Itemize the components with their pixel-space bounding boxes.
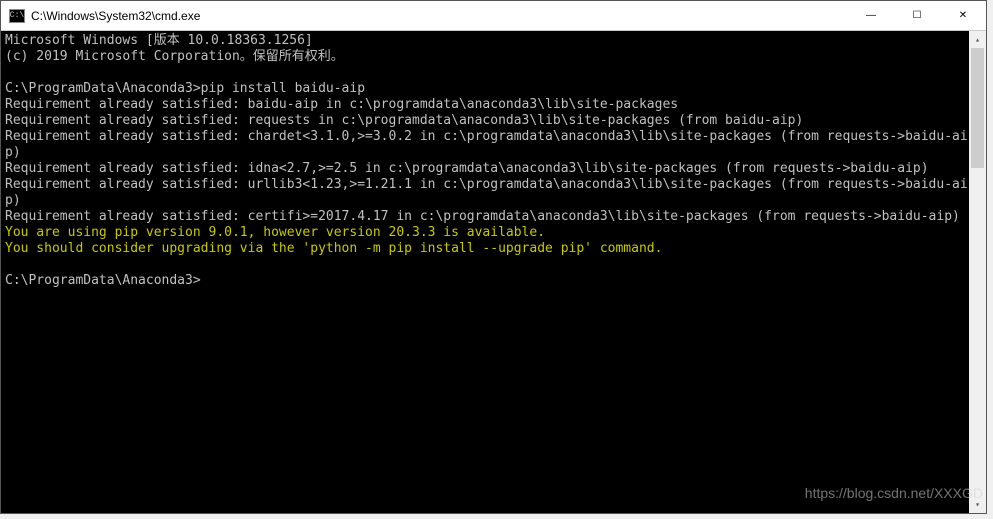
minimize-button[interactable]: — — [848, 1, 894, 30]
scroll-down-button[interactable]: ▾ — [969, 496, 986, 513]
terminal-line: C:\ProgramData\Anaconda3>pip install bai… — [5, 81, 969, 97]
cmd-icon: C:\ — [9, 9, 25, 23]
window-title: C:\Windows\System32\cmd.exe — [31, 9, 848, 23]
terminal-line: You are using pip version 9.0.1, however… — [5, 225, 969, 241]
terminal-area: Microsoft Windows [版本 10.0.18363.1256](c… — [1, 31, 986, 513]
terminal-line: You should consider upgrading via the 'p… — [5, 241, 969, 257]
terminal-line — [5, 257, 969, 273]
terminal-line: C:\ProgramData\Anaconda3> — [5, 273, 969, 289]
scrollbar[interactable]: ▴ ▾ — [969, 31, 986, 513]
maximize-button[interactable]: ☐ — [894, 1, 940, 30]
scroll-up-button[interactable]: ▴ — [969, 31, 986, 48]
close-button[interactable]: ✕ — [940, 1, 986, 30]
terminal-line: Microsoft Windows [版本 10.0.18363.1256] — [5, 33, 969, 49]
titlebar: C:\ C:\Windows\System32\cmd.exe — ☐ ✕ — [1, 1, 986, 31]
terminal-line: Requirement already satisfied: baidu-aip… — [5, 97, 969, 113]
terminal-output[interactable]: Microsoft Windows [版本 10.0.18363.1256](c… — [1, 31, 969, 513]
terminal-line: (c) 2019 Microsoft Corporation。保留所有权利。 — [5, 49, 969, 65]
terminal-line: Requirement already satisfied: urllib3<1… — [5, 177, 969, 209]
terminal-line: Requirement already satisfied: idna<2.7,… — [5, 161, 969, 177]
terminal-line: Requirement already satisfied: certifi>=… — [5, 209, 969, 225]
window-controls: — ☐ ✕ — [848, 1, 986, 30]
scroll-track[interactable] — [969, 48, 986, 496]
terminal-line — [5, 65, 969, 81]
scroll-thumb[interactable] — [971, 48, 984, 168]
cmd-window: C:\ C:\Windows\System32\cmd.exe — ☐ ✕ Mi… — [0, 0, 987, 514]
terminal-line: Requirement already satisfied: chardet<3… — [5, 129, 969, 161]
terminal-line: Requirement already satisfied: requests … — [5, 113, 969, 129]
